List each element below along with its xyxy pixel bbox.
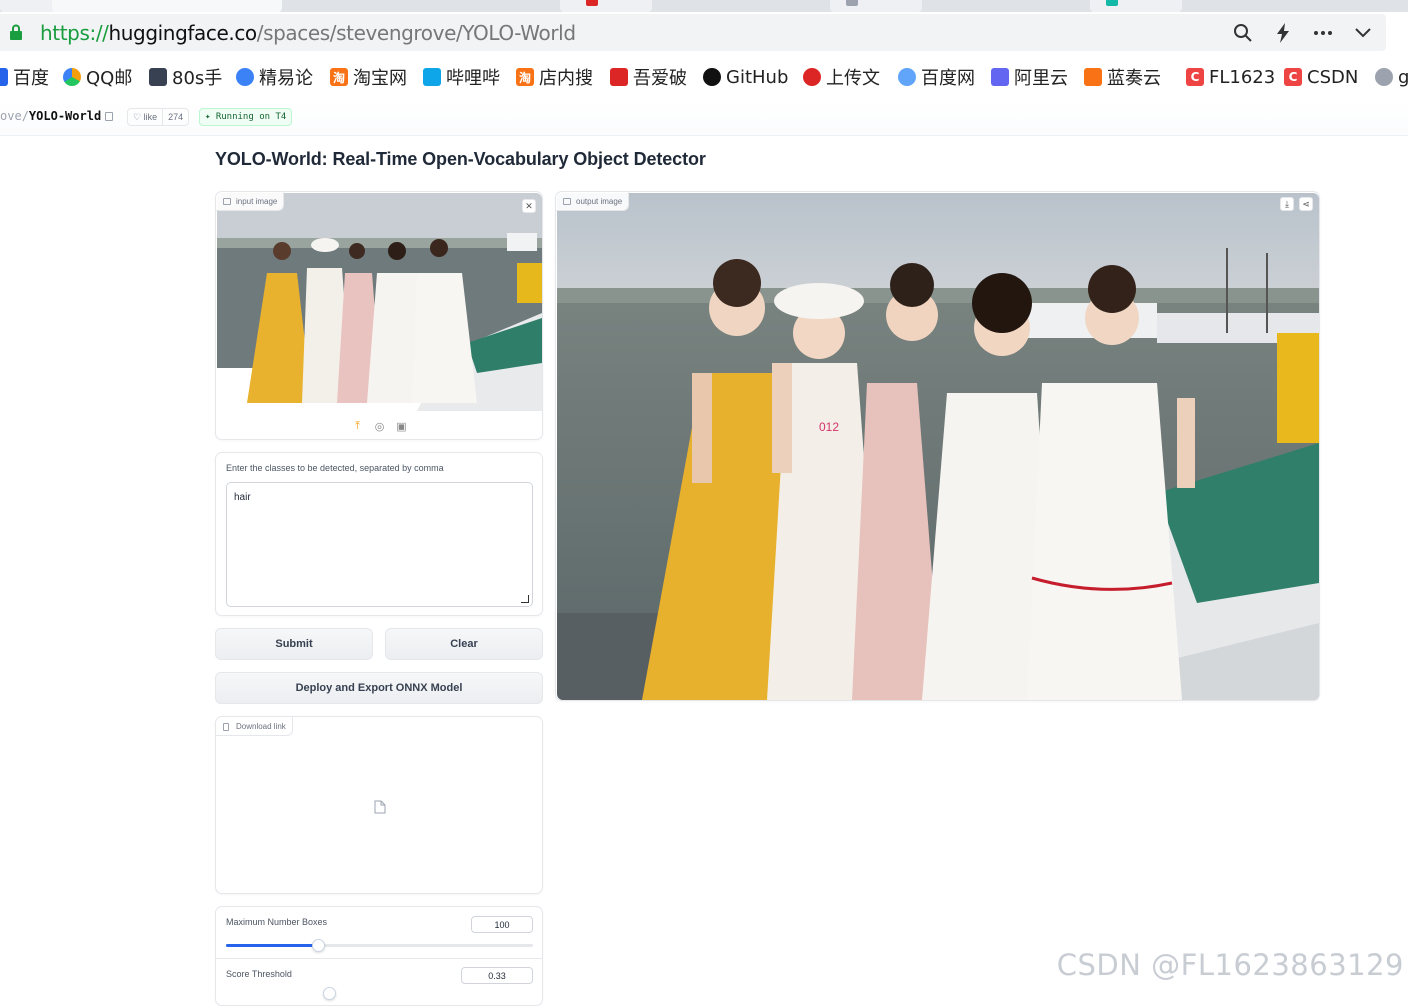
lightning-icon[interactable] (1271, 21, 1295, 45)
close-icon[interactable]: ✕ (522, 199, 536, 213)
bookmark-item[interactable]: 80s手 (149, 64, 222, 90)
bookmark-item[interactable]: 蓝奏云 (1084, 64, 1161, 90)
lock-icon (10, 24, 22, 40)
eye-icon (236, 68, 254, 86)
score-threshold-thumb[interactable] (323, 987, 336, 1000)
input-image-panel: input image ✕ (215, 191, 543, 440)
image-icon (563, 198, 571, 205)
settings-panel: Maximum Number Boxes 100 Score Threshold… (215, 906, 543, 1006)
output-image-panel: 012 output image ⤓ ⋖ (555, 191, 1320, 701)
browser-tab[interactable] (1090, 0, 1182, 12)
resize-handle-icon[interactable] (521, 595, 529, 603)
max-boxes-fill (226, 944, 319, 947)
image-source-toolbar: ⤒ ◎ ▣ (217, 414, 542, 438)
bookmark-item[interactable]: C CSDN (1284, 64, 1358, 90)
max-boxes-input[interactable]: 100 (471, 916, 533, 933)
output-image-label: output image (556, 192, 630, 211)
input-image-label: input image (216, 192, 285, 211)
space-name[interactable]: YOLO-World (29, 109, 101, 123)
bookmark-item[interactable]: 阿里云 (991, 64, 1068, 90)
breadcrumb: ove/YOLO-World (0, 109, 114, 123)
watermark: CSDN @FL1623863129 (1056, 948, 1404, 982)
bookmark-item[interactable]: GitHub (703, 64, 788, 90)
share-icon[interactable]: ⋖ (1299, 197, 1313, 211)
bookmark-item[interactable]: 百度网 (898, 64, 975, 90)
tab-strip (0, 0, 1408, 12)
bookmark-item[interactable]: 淘店内搜 (516, 64, 593, 90)
classes-label: Enter the classes to be detected, separa… (226, 463, 444, 473)
bookmark-item[interactable]: C FL1623 (1186, 64, 1275, 90)
bookmark-item[interactable]: g (1375, 64, 1408, 90)
file-icon (223, 723, 229, 731)
bookmark-item[interactable]: QQ邮 (63, 64, 132, 90)
max-boxes-label: Maximum Number Boxes (226, 917, 328, 927)
clear-button[interactable]: Clear (385, 628, 543, 660)
like-button[interactable]: ♡ like 274 (127, 108, 190, 126)
score-threshold-label: Score Threshold (226, 969, 292, 979)
space-owner[interactable]: ove (0, 109, 22, 123)
bookmark-item[interactable]: 吾爱破 (610, 64, 687, 90)
classes-value: hair (234, 492, 251, 503)
more-icon[interactable] (1311, 21, 1335, 45)
score-threshold-input[interactable]: 0.33 (461, 967, 533, 984)
download-panel: Download link (215, 716, 543, 894)
bilibili-icon (423, 68, 441, 86)
address-bar[interactable]: https://huggingface.co/spaces/stevengrov… (0, 14, 1386, 51)
browser-tab-active[interactable] (52, 0, 282, 12)
globe-icon (1375, 68, 1393, 86)
bookmark-item[interactable]: 哔哩哔 (423, 64, 500, 90)
max-boxes-slider[interactable] (226, 939, 533, 952)
sparkle-icon: ✦ (205, 112, 216, 122)
page-title: YOLO-World: Real-Time Open-Vocabulary Ob… (215, 149, 706, 169)
file-placeholder-icon (374, 800, 386, 814)
classes-textarea[interactable]: hair (226, 482, 533, 607)
webcam-icon[interactable]: ◎ (374, 420, 386, 433)
deploy-export-button[interactable]: Deploy and Export ONNX Model (215, 672, 543, 704)
upload-icon[interactable]: ⤒ (352, 420, 364, 432)
aliyun-icon (991, 68, 1009, 86)
qq-mail-icon (63, 68, 81, 86)
classes-panel: Enter the classes to be detected, separa… (215, 452, 543, 616)
bookmark-item[interactable]: 上传文 (803, 64, 880, 90)
taobao-icon: 淘 (516, 68, 534, 86)
url-text[interactable]: https://huggingface.co/spaces/stevengrov… (40, 21, 576, 45)
clipboard-icon[interactable]: ▣ (396, 420, 408, 433)
baidu-icon (0, 68, 8, 86)
heart-icon: ♡ like (133, 112, 158, 122)
bookmark-item[interactable]: 百度 (0, 64, 49, 90)
bookmark-item[interactable]: 精易论 (236, 64, 313, 90)
clapper-icon (149, 68, 167, 86)
output-image: 012 (557, 193, 1319, 700)
max-boxes-thumb[interactable] (312, 939, 326, 952)
submit-button[interactable]: Submit (215, 628, 373, 660)
csdn-icon: C (1284, 68, 1302, 86)
bookmark-item[interactable]: 淘淘宝网 (330, 64, 407, 90)
download-label: Download link (216, 717, 293, 736)
taobao-icon: 淘 (330, 68, 348, 86)
svg-text:012: 012 (819, 420, 839, 434)
like-count: 274 (162, 109, 188, 125)
upload-icon (803, 68, 821, 86)
bookmarks-bar: 百度 QQ邮 80s手 精易论 淘淘宝网 哔哩哔 淘店内搜 吾爱破 GitHub… (0, 60, 1408, 94)
52pojie-icon (610, 68, 628, 86)
search-icon[interactable] (1231, 21, 1255, 45)
image-icon (223, 198, 231, 205)
divider (216, 958, 542, 959)
browser-tab[interactable] (560, 0, 652, 12)
download-icon[interactable]: ⤓ (1280, 197, 1294, 211)
chevron-down-icon[interactable] (1351, 21, 1375, 45)
copy-icon[interactable] (105, 112, 114, 121)
browser-tab[interactable] (830, 0, 922, 12)
input-image[interactable] (217, 193, 542, 411)
lanzou-icon (1084, 68, 1102, 86)
status-badge: ✦ Running on T4 (199, 108, 293, 126)
github-icon (703, 68, 721, 86)
csdn-icon: C (1186, 68, 1204, 86)
baidu-netdisk-icon (898, 68, 916, 86)
